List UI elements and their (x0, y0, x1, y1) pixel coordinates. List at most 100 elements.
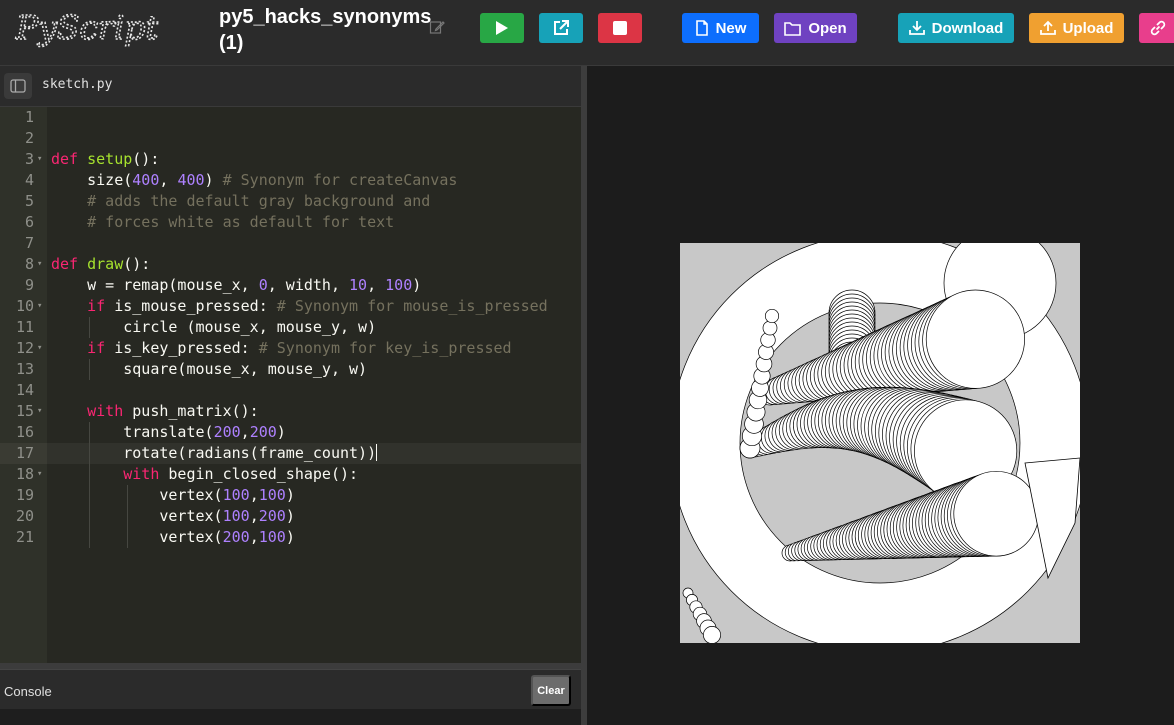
code-line[interactable]: 1 (0, 107, 581, 128)
code-line[interactable]: 18 ▾ with begin_closed_shape(): (0, 464, 581, 485)
code-line[interactable]: 13 square(mouse_x, mouse_y, w) (0, 359, 581, 380)
line-number: 14 (15, 381, 34, 399)
code-text: size(400, 400) # Synonym for createCanva… (51, 171, 458, 189)
line-number-cell: 18 ▾ (0, 464, 47, 485)
line-number-cell: 7 (0, 233, 47, 254)
line-number-cell: 3 ▾ (0, 149, 47, 170)
stop-icon (613, 21, 627, 35)
line-number-cell: 14 (0, 380, 47, 401)
fold-arrow-icon[interactable]: ▾ (37, 464, 42, 485)
line-number: 21 (15, 528, 34, 546)
line-number: 6 (24, 213, 34, 231)
code-line[interactable]: 7 (0, 233, 581, 254)
link-icon (1150, 20, 1166, 36)
project-title[interactable]: py5_hacks_synonyms (1) (219, 4, 431, 56)
code-line[interactable]: 3 ▾ def setup(): (0, 149, 581, 170)
code-line[interactable]: 6 # forces white as default for text (0, 212, 581, 233)
sketch-drawing (680, 243, 1080, 643)
code-line[interactable]: 21 vertex(200,100) (0, 527, 581, 548)
code-text: def draw(): (51, 255, 151, 273)
code-line[interactable]: 11 circle (mouse_x, mouse_y, w) (0, 317, 581, 338)
code-text: vertex(100,200) (51, 507, 295, 525)
line-number-cell: 20 (0, 506, 47, 527)
fold-arrow-icon[interactable]: ▾ (37, 149, 42, 170)
code-text: def setup(): (51, 150, 160, 168)
code-text: if is_key_pressed: # Synonym for key_is_… (87, 339, 512, 357)
fold-arrow-icon[interactable]: ▾ (37, 401, 42, 422)
code-text: with begin_closed_shape(): (123, 465, 359, 483)
open-in-new-window-button[interactable] (539, 13, 583, 43)
new-file-button[interactable]: New (682, 13, 759, 43)
run-button[interactable] (480, 13, 524, 43)
console-header: Console Clear (0, 669, 581, 709)
line-number-cell: 2 (0, 128, 47, 149)
code-text: square(mouse_x, mouse_y, w) (51, 360, 368, 378)
sidebar-icon (10, 79, 26, 93)
code-text: w = remap(mouse_x, 0, width, 10, 100) (51, 276, 422, 294)
line-number-cell: 19 (0, 485, 47, 506)
line-number-cell: 5 (0, 191, 47, 212)
clear-console-button[interactable]: Clear (531, 675, 571, 706)
file-tab-sketch[interactable]: sketch.py (42, 77, 112, 92)
stop-button[interactable] (598, 13, 642, 43)
code-text: with push_matrix(): (87, 402, 259, 420)
console-label: Console (4, 684, 52, 699)
line-number-cell: 11 (0, 317, 47, 338)
line-number: 19 (15, 486, 34, 504)
line-number: 3 (24, 150, 34, 168)
code-text: rotate(radians(frame_count)) (51, 444, 378, 462)
code-text: # adds the default gray background and (87, 192, 431, 210)
line-number-cell: 13 (0, 359, 47, 380)
code-line[interactable]: 16 translate(200,200) (0, 422, 581, 443)
code-line[interactable]: 19 vertex(100,100) (0, 485, 581, 506)
line-number: 5 (24, 192, 34, 210)
line-number: 2 (24, 129, 34, 147)
line-number-cell: 17 (0, 443, 47, 464)
top-toolbar: PyScript py5_hacks_synonyms (1) New Open (0, 0, 1174, 66)
line-number: 7 (24, 234, 34, 252)
open-file-button[interactable]: Open (774, 13, 857, 43)
fold-arrow-icon[interactable]: ▾ (37, 338, 42, 359)
edit-title-icon[interactable] (429, 19, 445, 35)
code-line[interactable]: 4 size(400, 400) # Synonym for createCan… (0, 170, 581, 191)
line-number: 1 (24, 108, 34, 126)
copy-link-button[interactable] (1139, 13, 1174, 43)
code-line[interactable]: 10 ▾ if is_mouse_pressed: # Synonym for m… (0, 296, 581, 317)
code-line[interactable]: 20 vertex(100,200) (0, 506, 581, 527)
code-text: vertex(200,100) (51, 528, 295, 546)
line-number: 8 (24, 255, 34, 273)
folder-icon (784, 21, 802, 36)
upload-button[interactable]: Upload (1029, 13, 1124, 43)
external-link-icon (554, 20, 569, 35)
code-text: if is_mouse_pressed: # Synonym for mouse… (87, 297, 548, 315)
new-button-label: New (715, 19, 747, 37)
download-button[interactable]: Download (898, 13, 1014, 43)
code-text: # forces white as default for text (87, 213, 395, 231)
code-line[interactable]: 12 ▾ if is_key_pressed: # Synonym for key… (0, 338, 581, 359)
fold-arrow-icon[interactable]: ▾ (37, 254, 42, 275)
line-number: 12 (15, 339, 34, 357)
open-button-label: Open (808, 19, 847, 37)
code-line[interactable]: 14 (0, 380, 581, 401)
download-icon (908, 21, 925, 35)
console-output (0, 709, 581, 725)
file-icon (695, 20, 708, 36)
code-line[interactable]: 8 ▾ def draw(): (0, 254, 581, 275)
code-line[interactable]: 2 (0, 128, 581, 149)
sidebar-toggle-button[interactable] (4, 73, 32, 99)
sketch-canvas[interactable] (680, 243, 1080, 643)
fold-arrow-icon[interactable]: ▾ (37, 296, 42, 317)
code-editor[interactable]: 1 2 3 ▾ def setup(): 4 size(400, 400) # Synon… (0, 107, 581, 663)
line-number: 4 (24, 171, 34, 189)
line-number: 17 (15, 444, 34, 462)
output-panel (587, 66, 1174, 725)
line-number-cell: 10 ▾ (0, 296, 47, 317)
code-line[interactable]: 15 ▾ with push_matrix(): (0, 401, 581, 422)
line-number-cell: 16 (0, 422, 47, 443)
upload-button-label: Upload (1062, 19, 1114, 37)
code-line[interactable]: 9 w = remap(mouse_x, 0, width, 10, 100) (0, 275, 581, 296)
code-text: vertex(100,100) (51, 486, 295, 504)
logo-text: PyScript (15, 8, 159, 47)
code-line[interactable]: 5 # adds the default gray background and (0, 191, 581, 212)
code-line[interactable]: 17 rotate(radians(frame_count)) (0, 443, 581, 464)
